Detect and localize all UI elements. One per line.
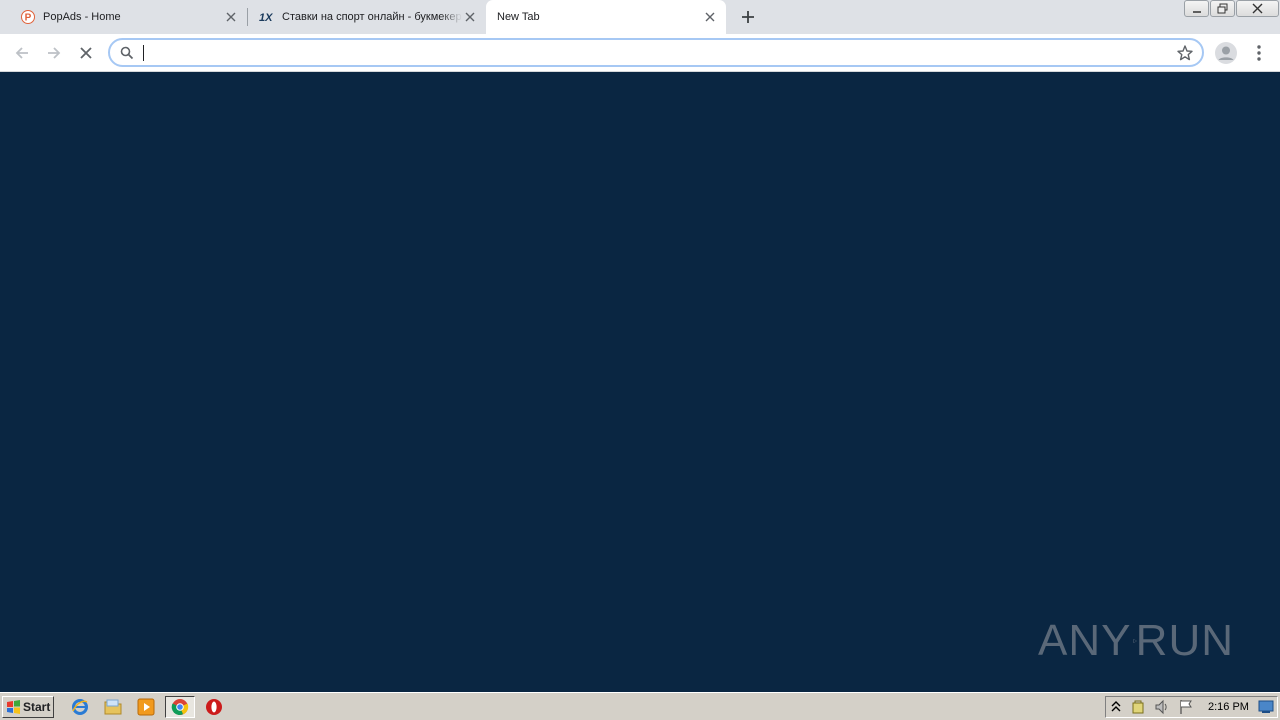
profile-avatar-icon[interactable] — [1214, 41, 1238, 65]
browser-toolbar — [0, 34, 1280, 72]
back-button[interactable] — [10, 41, 34, 65]
forward-button[interactable] — [42, 41, 66, 65]
minimize-icon — [1192, 10, 1201, 13]
restore-button[interactable] — [1210, 0, 1235, 17]
tab-strip: P PopAds - Home 1X Ставки на спорт онлай… — [0, 0, 1280, 34]
svg-text:P: P — [25, 13, 32, 24]
media-player-icon[interactable] — [136, 697, 156, 717]
new-tab-button[interactable] — [737, 6, 759, 28]
svg-text:1X: 1X — [259, 12, 273, 23]
start-label: Start — [23, 700, 51, 714]
restore-icon — [1217, 3, 1228, 14]
address-bar[interactable] — [108, 38, 1204, 67]
tab-new-tab[interactable]: New Tab — [486, 0, 726, 34]
tab-title: Ставки на спорт онлайн - букмекерская ко… — [282, 11, 462, 23]
text-cursor — [143, 45, 144, 61]
window-controls — [1183, 0, 1279, 17]
tab-title: PopAds - Home — [43, 11, 121, 23]
window-close-button[interactable] — [1236, 0, 1279, 17]
chrome-icon — [171, 699, 189, 716]
stop-loading-icon — [80, 47, 92, 59]
show-desktop-icon[interactable] — [1258, 700, 1274, 714]
tab-close-icon[interactable] — [462, 9, 478, 25]
plus-icon — [742, 11, 754, 23]
taskbar-clock[interactable]: 2:16 PM — [1208, 701, 1249, 713]
tab-close-icon[interactable] — [702, 9, 718, 25]
system-tray — [1105, 696, 1278, 718]
windows-taskbar: Start 2:16 PM — [0, 692, 1280, 720]
forward-arrow-icon — [48, 47, 61, 59]
address-input[interactable] — [140, 43, 1140, 62]
stop-button[interactable] — [74, 41, 98, 65]
back-arrow-icon — [15, 47, 28, 59]
chrome-taskbar-button[interactable] — [165, 696, 195, 718]
internet-explorer-icon[interactable] — [70, 697, 90, 717]
watermark-text-right: RUN — [1135, 616, 1234, 665]
1xbet-icon: 1X — [259, 9, 275, 25]
close-icon — [1252, 3, 1263, 14]
minimize-button[interactable] — [1184, 0, 1209, 17]
tab-close-icon[interactable] — [223, 9, 239, 25]
windows-logo-icon — [7, 700, 20, 714]
show-hidden-icons-icon[interactable] — [1111, 700, 1121, 714]
flag-icon[interactable] — [1178, 699, 1194, 715]
tab-popads[interactable]: P PopAds - Home — [0, 0, 247, 34]
watermark-text-left: ANY — [1038, 616, 1132, 665]
volume-icon[interactable] — [1154, 699, 1170, 715]
bookmark-star-icon[interactable] — [1176, 44, 1194, 62]
folder-icon[interactable] — [103, 697, 123, 717]
anyrun-watermark: ANY RUN — [1038, 609, 1234, 673]
popads-icon: P — [20, 9, 36, 25]
tab-title: New Tab — [497, 11, 540, 23]
page-content: ANY RUN — [0, 72, 1280, 692]
action-center-icon[interactable] — [1130, 699, 1146, 715]
start-button[interactable]: Start — [2, 696, 54, 718]
tab-1xbet[interactable]: 1X Ставки на спорт онлайн - букмекерская… — [248, 0, 486, 34]
opera-icon[interactable] — [204, 697, 224, 717]
kebab-menu-icon[interactable] — [1249, 41, 1269, 65]
search-icon — [120, 46, 134, 60]
